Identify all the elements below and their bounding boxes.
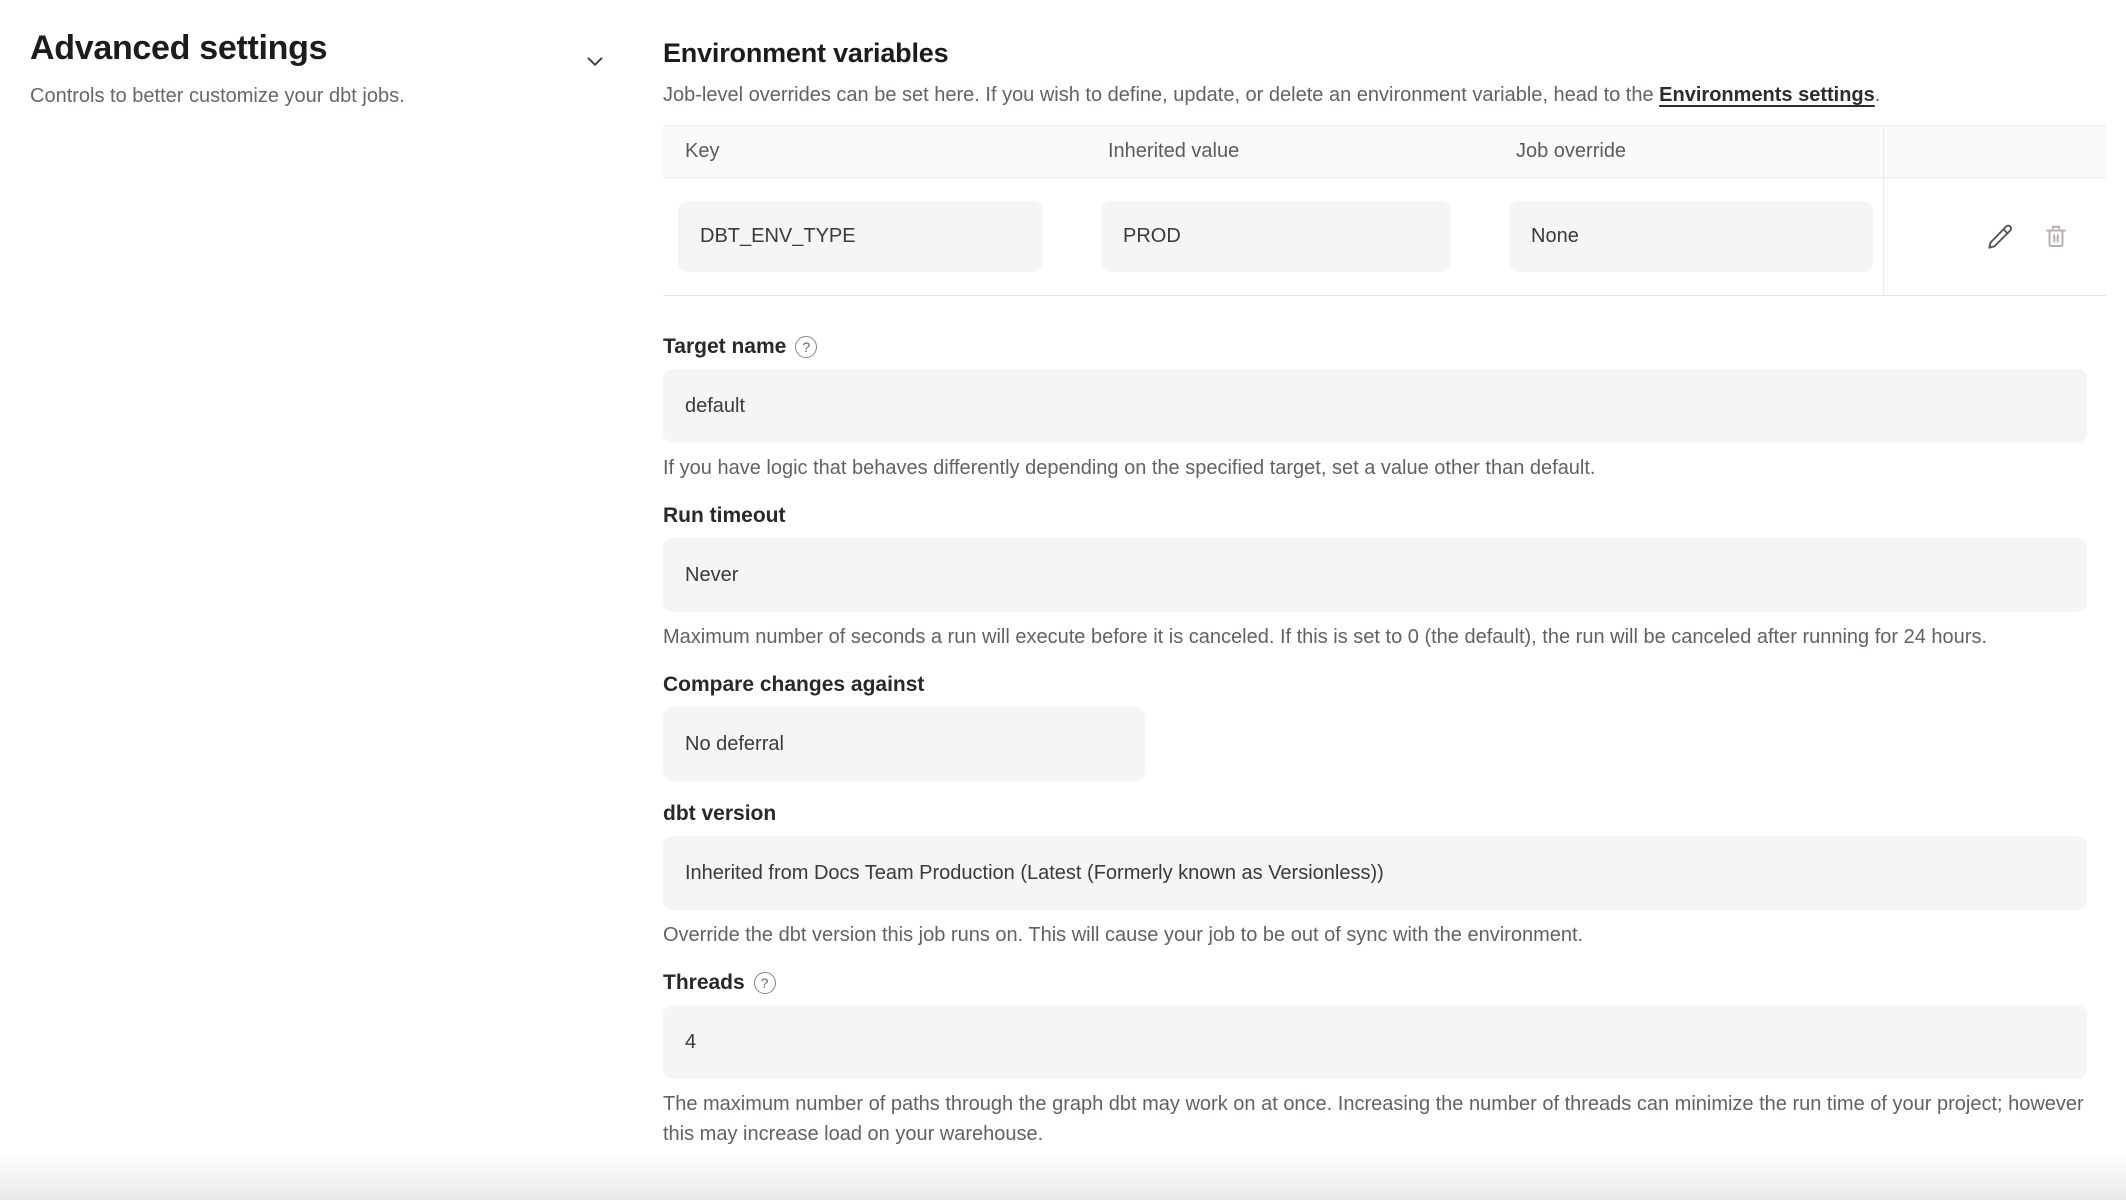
threads-help-text: The maximum number of paths through the … xyxy=(663,1089,2093,1149)
threads-field: Threads ? 4 The maximum number of paths … xyxy=(663,970,2106,1149)
dbt-version-label: dbt version xyxy=(663,801,776,827)
env-vars-description-period: . xyxy=(1875,84,1881,106)
target-name-input[interactable]: default xyxy=(663,369,2087,443)
environments-settings-link[interactable]: Environments settings xyxy=(1659,84,1875,106)
run-timeout-field: Run timeout Never Maximum number of seco… xyxy=(663,503,2106,652)
env-var-actions-cell xyxy=(1883,178,2106,295)
env-var-row: DBT_ENV_TYPE PROD None xyxy=(663,178,2106,295)
two-column-layout: Advanced settings Controls to better cus… xyxy=(0,0,2126,1200)
collapse-section-button[interactable] xyxy=(580,46,610,76)
advanced-settings-form: Environment variables Job-level override… xyxy=(663,0,2126,1200)
env-vars-table: Key Inherited value Job override DBT_ENV… xyxy=(663,125,2106,296)
target-name-help-text: If you have logic that behaves different… xyxy=(663,453,2093,483)
dbt-version-field: dbt version Inherited from Docs Team Pro… xyxy=(663,801,2106,950)
env-var-inherited-value: PROD xyxy=(1101,201,1451,272)
pencil-icon xyxy=(1985,222,2015,252)
advanced-settings-page: Advanced settings Controls to better cus… xyxy=(0,0,2126,1200)
compare-changes-select[interactable]: No deferral xyxy=(663,707,1145,781)
env-var-key-value: DBT_ENV_TYPE xyxy=(678,201,1043,272)
column-header-actions xyxy=(1883,126,2106,177)
env-var-override-cell: None xyxy=(1494,178,1883,295)
run-timeout-input[interactable]: Never xyxy=(663,538,2087,612)
page-title: Advanced settings xyxy=(30,26,663,70)
env-var-key-cell: DBT_ENV_TYPE xyxy=(663,178,1086,295)
page-subtitle: Controls to better customize your dbt jo… xyxy=(30,82,663,110)
threads-label: Threads xyxy=(663,970,745,996)
delete-env-var-button[interactable] xyxy=(2040,221,2072,253)
dbt-version-help-text: Override the dbt version this job runs o… xyxy=(663,920,2093,950)
env-vars-description: Job-level overrides can be set here. If … xyxy=(663,80,2106,110)
chevron-down-icon xyxy=(582,48,608,74)
env-var-inherited-cell: PROD xyxy=(1086,178,1494,295)
column-header-job-override: Job override xyxy=(1494,126,1883,177)
edit-env-var-button[interactable] xyxy=(1984,221,2016,253)
target-name-field: Target name ? default If you have logic … xyxy=(663,334,2106,483)
run-timeout-label: Run timeout xyxy=(663,503,785,529)
settings-summary-pane: Advanced settings Controls to better cus… xyxy=(0,0,663,1200)
run-timeout-help-text: Maximum number of seconds a run will exe… xyxy=(663,622,2093,652)
compare-changes-label: Compare changes against xyxy=(663,672,924,698)
threads-input[interactable]: 4 xyxy=(663,1005,2087,1079)
env-vars-title: Environment variables xyxy=(663,36,2106,70)
target-name-label: Target name xyxy=(663,334,786,360)
help-icon[interactable]: ? xyxy=(754,972,776,994)
column-header-key: Key xyxy=(663,126,1086,177)
trash-icon xyxy=(2041,222,2071,252)
compare-changes-field: Compare changes against No deferral xyxy=(663,672,2106,781)
column-header-inherited-value: Inherited value xyxy=(1086,126,1494,177)
help-icon[interactable]: ? xyxy=(795,336,817,358)
env-vars-description-text: Job-level overrides can be set here. If … xyxy=(663,84,1659,106)
dbt-version-select[interactable]: Inherited from Docs Team Production (Lat… xyxy=(663,836,2087,910)
env-var-override-value: None xyxy=(1509,201,1873,272)
env-vars-table-header: Key Inherited value Job override xyxy=(663,126,2106,178)
